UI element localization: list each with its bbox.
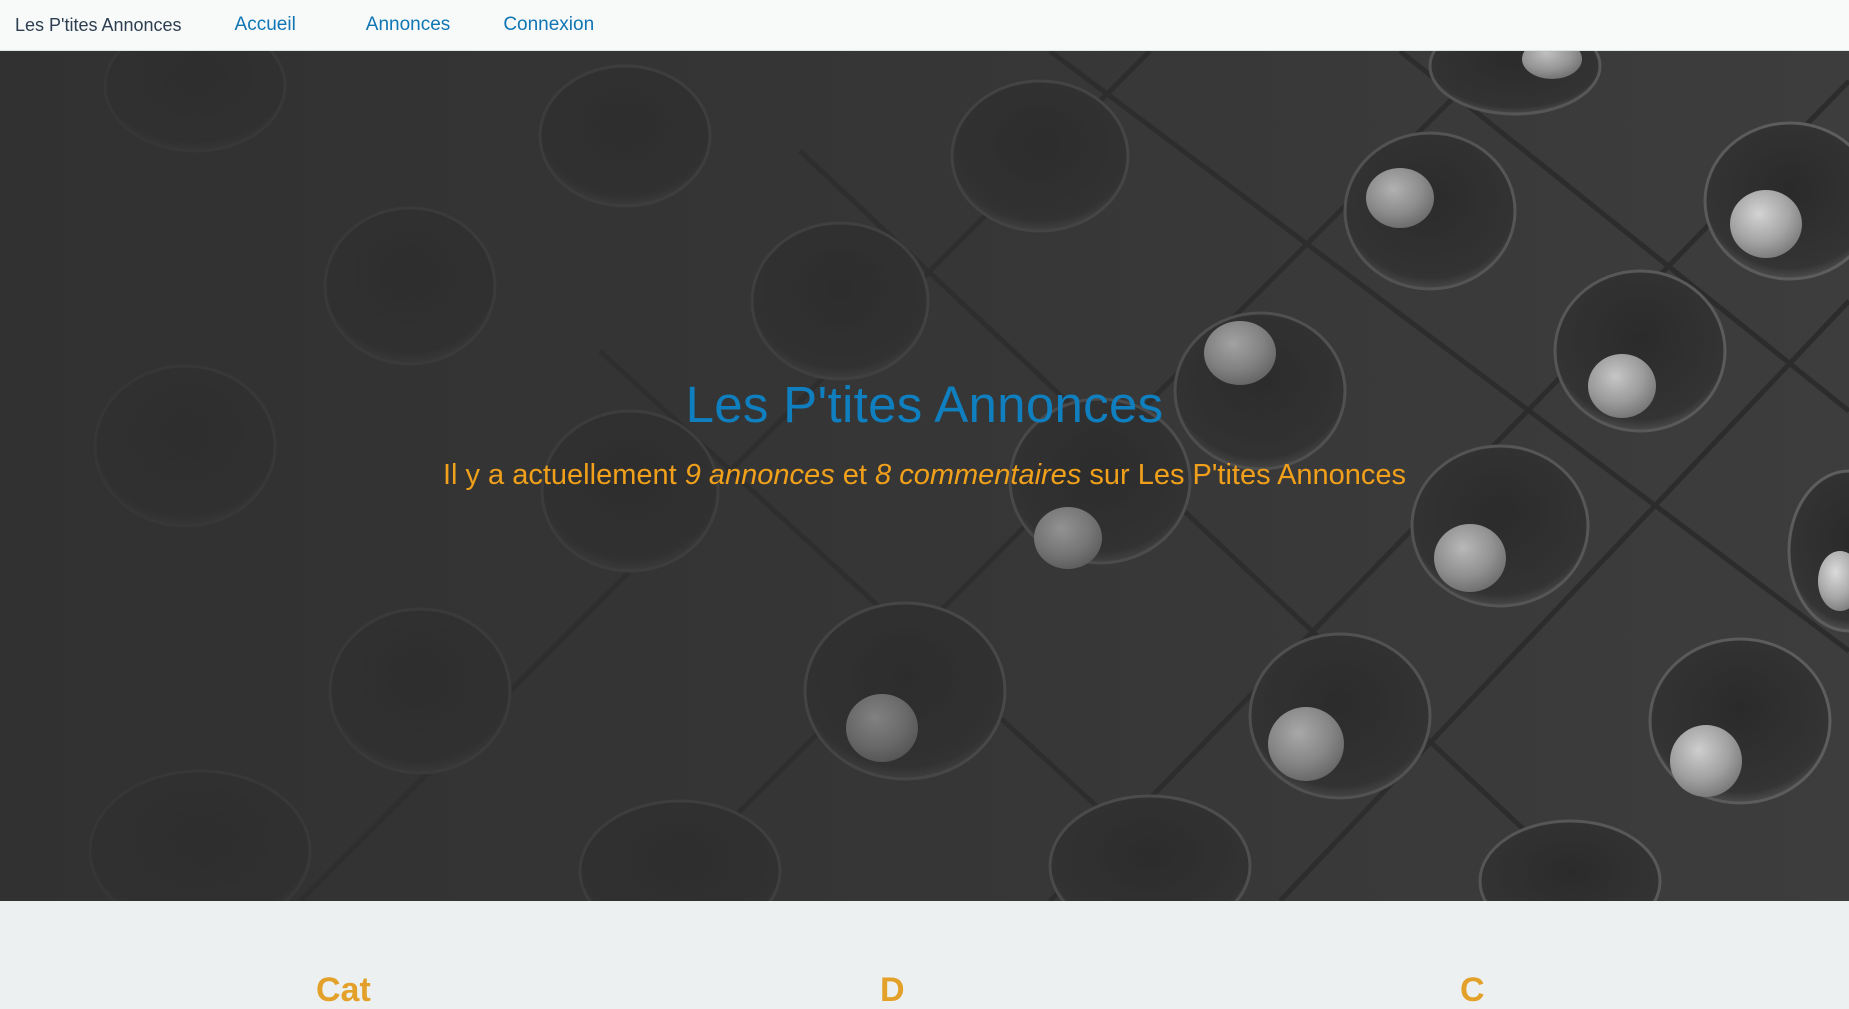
- subtitle-middle: et: [834, 459, 876, 491]
- section-heading-3: C: [1460, 971, 1485, 1009]
- hero-banner: Les P'tites Annonces Il y a actuellement…: [0, 51, 1849, 901]
- nav-menu: Accueil Annonces Connexion: [220, 14, 633, 36]
- hero-subtitle: Il y a actuellement 9 annonces et 8 comm…: [0, 459, 1849, 492]
- nav-link-connexion[interactable]: Connexion: [503, 14, 594, 35]
- lower-section: Cat D C: [0, 901, 1849, 1007]
- nav-item-annonces: Annonces: [366, 14, 451, 36]
- hero-title: Les P'tites Annonces: [685, 376, 1164, 433]
- subtitle-prefix: Il y a actuellement: [442, 459, 685, 491]
- top-navbar: Les P'tites Annonces Accueil Annonces Co…: [0, 0, 1849, 51]
- subtitle-suffix: sur Les P'tites Annonces: [1081, 459, 1407, 491]
- hero-content: Les P'tites Annonces Il y a actuellement…: [0, 51, 1849, 901]
- section-heading-2: D: [880, 971, 905, 1009]
- nav-item-accueil: Accueil: [235, 14, 296, 36]
- nav-link-accueil[interactable]: Accueil: [235, 14, 296, 35]
- section-heading-1: Cat: [316, 971, 371, 1009]
- nav-link-annonces[interactable]: Annonces: [366, 14, 451, 35]
- ads-count: 9 annonces: [684, 459, 835, 491]
- comments-count: 8 commentaires: [875, 459, 1082, 491]
- brand-link[interactable]: Les P'tites Annonces: [15, 15, 182, 36]
- nav-item-connexion: Connexion: [503, 14, 594, 36]
